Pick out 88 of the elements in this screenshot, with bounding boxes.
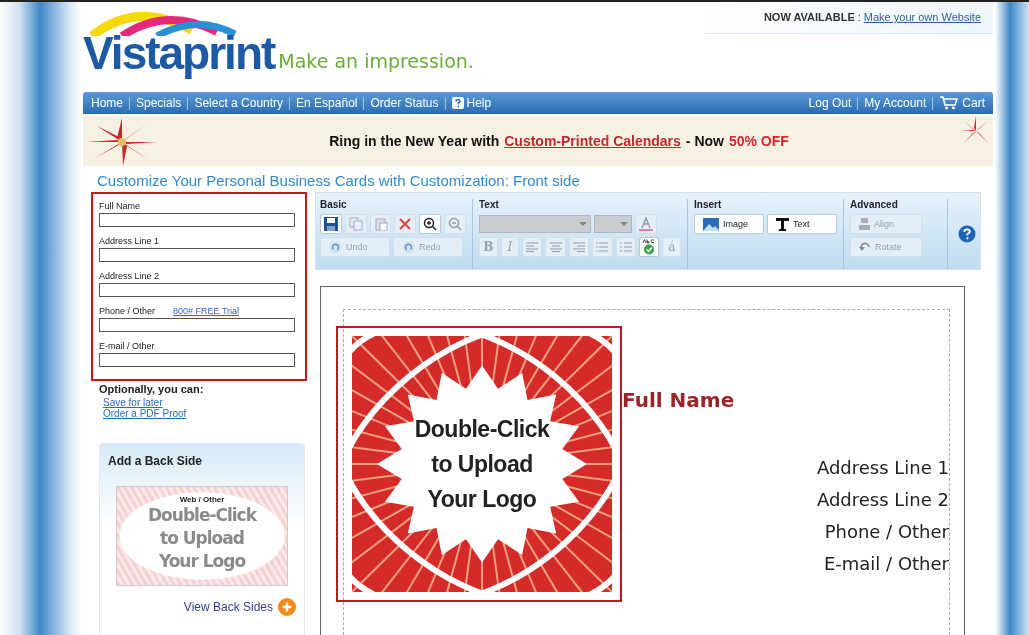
text-color-button[interactable] bbox=[635, 214, 657, 234]
bullet-list-icon bbox=[596, 242, 609, 252]
card-text-line[interactable]: E-mail / Other bbox=[823, 548, 949, 580]
group-title: Text bbox=[479, 199, 500, 211]
zoom-in-button[interactable] bbox=[419, 214, 442, 234]
redo-icon bbox=[402, 240, 415, 254]
discount-text: 50% OFF bbox=[728, 133, 789, 149]
help-icon bbox=[451, 97, 464, 109]
option-link[interactable]: Save for later bbox=[103, 397, 163, 408]
field-label: Phone / Other bbox=[99, 306, 156, 316]
option-link[interactable]: Order a PDF Proof bbox=[103, 408, 187, 419]
logo-placeholder-text: Your Logo bbox=[427, 484, 537, 514]
card-text-line[interactable]: Address Line 2 bbox=[816, 484, 949, 516]
align-center-icon bbox=[549, 242, 562, 252]
insert-image-button[interactable]: Image bbox=[694, 214, 764, 234]
preview-text: Your Logo bbox=[158, 550, 246, 573]
make-website-link[interactable]: Make your own Website bbox=[863, 11, 981, 23]
delete-icon bbox=[398, 217, 413, 231]
cart-icon bbox=[939, 96, 960, 110]
nav-link[interactable]: Order Status bbox=[370, 96, 439, 110]
free-trial-link[interactable]: 800# FREE Trial bbox=[173, 306, 240, 316]
calendars-link[interactable]: Custom-Printed Calendars bbox=[504, 133, 681, 149]
delete-button[interactable] bbox=[394, 214, 417, 234]
field-label: E-mail / Other bbox=[99, 341, 155, 351]
rotate-icon bbox=[859, 241, 871, 253]
group-title: Insert bbox=[694, 199, 723, 211]
paste-button[interactable] bbox=[369, 214, 392, 234]
size-dropdown[interactable] bbox=[594, 215, 632, 233]
card-text-line[interactable]: Address Line 1 bbox=[816, 452, 949, 484]
view-back-sides-link[interactable]: View Back Sides bbox=[183, 600, 273, 614]
text-color-icon bbox=[639, 217, 653, 231]
notice-label: NOW AVAILABLE bbox=[763, 11, 855, 23]
tagline: Make an impression. bbox=[278, 50, 474, 74]
preview-label: Web / Other bbox=[179, 495, 225, 504]
copy-icon bbox=[348, 217, 363, 231]
font-dropdown[interactable] bbox=[479, 215, 591, 233]
nav-link[interactable]: Log Out bbox=[808, 96, 852, 110]
text-tool-icon bbox=[776, 217, 789, 231]
zoom-in-icon bbox=[423, 217, 438, 231]
group-title: Basic bbox=[320, 199, 348, 211]
panel-title: Add a Back Side bbox=[108, 454, 204, 468]
bullet-list-button[interactable] bbox=[592, 237, 613, 257]
banner-text: Ring in the New Year with bbox=[329, 133, 500, 149]
card-text-line[interactable]: Phone / Other bbox=[824, 516, 949, 548]
text-field[interactable] bbox=[99, 248, 295, 262]
field-label: Address Line 2 bbox=[99, 271, 160, 281]
text-field[interactable] bbox=[99, 353, 295, 367]
spellcheck-button[interactable] bbox=[639, 237, 660, 257]
align-right-icon bbox=[573, 242, 586, 252]
align-center-button[interactable] bbox=[545, 237, 566, 257]
nav-link[interactable]: Cart bbox=[939, 96, 985, 110]
logo-placeholder[interactable]: Double-Click to Upload Your Logo bbox=[336, 326, 622, 602]
align-icon bbox=[859, 217, 870, 231]
align-left-icon bbox=[526, 242, 539, 252]
preview-text: Double-Click bbox=[148, 504, 256, 527]
text-field[interactable] bbox=[99, 283, 295, 297]
align-left-button[interactable] bbox=[522, 237, 543, 257]
nav-link[interactable]: En Español bbox=[296, 96, 358, 110]
numbered-list-icon bbox=[619, 242, 632, 252]
card-name-text[interactable]: Full Name bbox=[622, 388, 949, 412]
page-title: Customize Your Personal Business Cards with Customization: Front side bbox=[97, 172, 581, 190]
save-button[interactable] bbox=[320, 214, 342, 234]
logo-placeholder-text: to Upload bbox=[431, 449, 533, 479]
banner-text: - Now bbox=[685, 133, 724, 149]
zoom-out-icon bbox=[448, 217, 463, 231]
nav-link[interactable]: Specials bbox=[136, 96, 182, 110]
plus-icon[interactable] bbox=[278, 598, 296, 616]
nav-link[interactable]: Select a Country bbox=[194, 96, 284, 110]
text-field[interactable] bbox=[99, 318, 295, 332]
nav-link[interactable]: My Account bbox=[864, 96, 927, 110]
help-icon[interactable] bbox=[958, 225, 976, 243]
logo-placeholder-text: Double-Click bbox=[414, 414, 550, 444]
paste-icon bbox=[373, 217, 388, 231]
image-icon bbox=[703, 217, 719, 231]
field-label: Full Name bbox=[99, 201, 140, 211]
text-field[interactable] bbox=[99, 213, 295, 227]
back-side-thumbnail[interactable]: Web / Other Double-Click to Upload Your Logo bbox=[116, 486, 288, 586]
field-label: Address Line 1 bbox=[99, 236, 160, 246]
nav-link[interactable]: Home bbox=[91, 96, 123, 110]
insert-text-button[interactable]: Text bbox=[767, 214, 837, 234]
preview-text: to Upload bbox=[160, 527, 244, 550]
nav-link[interactable]: Help bbox=[451, 96, 492, 110]
undo-icon bbox=[329, 240, 342, 254]
notice-separator: : bbox=[857, 11, 861, 23]
optional-heading: Optionally, you can: bbox=[99, 383, 204, 395]
align-right-button[interactable] bbox=[568, 237, 590, 257]
spellcheck-icon bbox=[642, 239, 657, 255]
group-title: Advanced bbox=[850, 199, 899, 211]
